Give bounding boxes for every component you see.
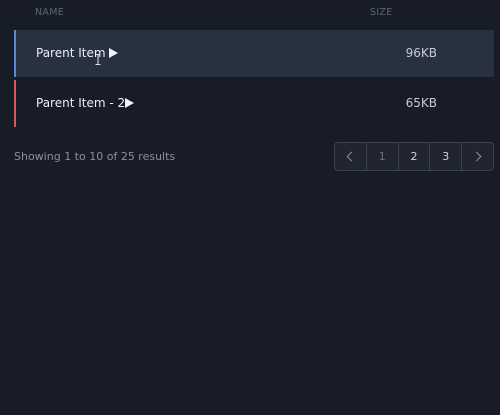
table-row[interactable]: Parent Item 96KB bbox=[14, 30, 494, 77]
table-header: NAME SIZE bbox=[0, 0, 500, 26]
column-header-name: NAME bbox=[35, 7, 65, 18]
page-button-1[interactable]: 1 bbox=[365, 143, 398, 170]
results-summary: Showing 1 to 10 of 25 results bbox=[14, 150, 176, 163]
previous-page-button[interactable] bbox=[335, 143, 366, 170]
chevron-right-icon bbox=[471, 151, 482, 162]
row-size: 96KB bbox=[405, 46, 437, 60]
text-cursor-icon bbox=[95, 54, 101, 65]
page-button-2[interactable]: 2 bbox=[397, 143, 430, 170]
row-name: Parent Item - 2 bbox=[36, 96, 126, 110]
page-button-3[interactable]: 3 bbox=[429, 143, 461, 170]
column-header-size: SIZE bbox=[370, 7, 393, 18]
chevron-left-icon bbox=[346, 151, 357, 162]
next-page-button[interactable] bbox=[461, 143, 493, 170]
pagination: 1 2 3 bbox=[334, 142, 494, 171]
play-icon[interactable] bbox=[109, 48, 118, 58]
row-size: 65KB bbox=[405, 96, 437, 110]
table-row[interactable]: Parent Item - 2 65KB bbox=[14, 80, 494, 127]
play-icon[interactable] bbox=[125, 98, 134, 108]
